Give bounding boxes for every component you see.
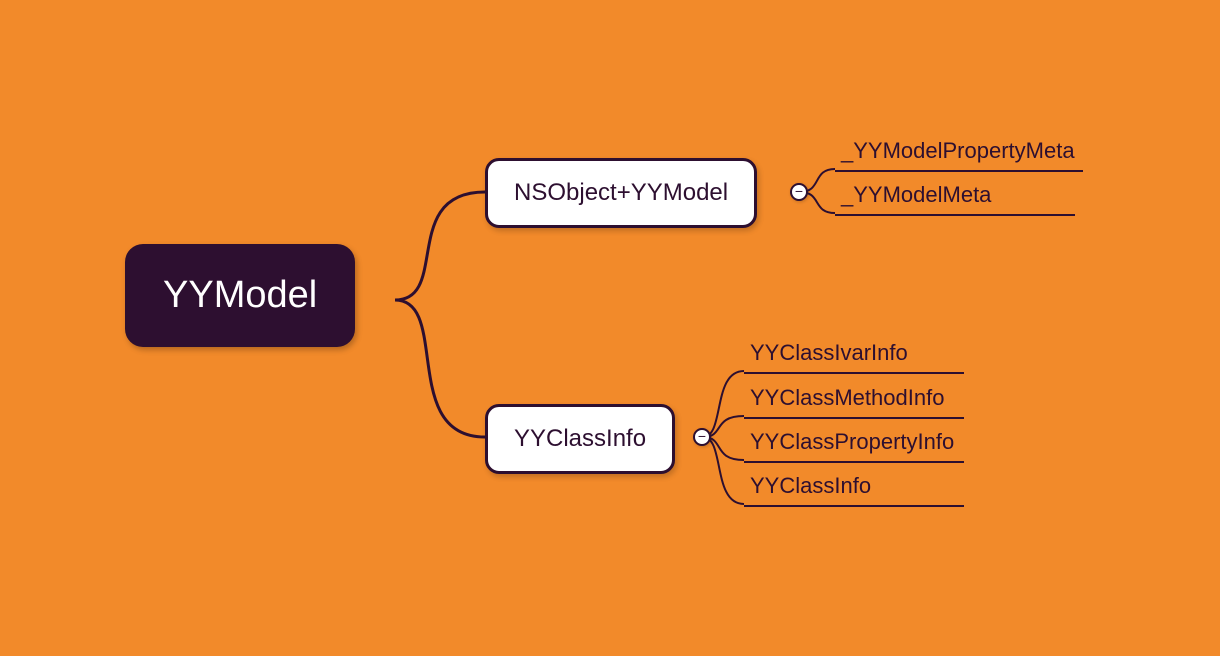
leaf-node[interactable]: _YYModelMeta (835, 182, 1075, 216)
branch-classinfo[interactable]: YYClassInfo (485, 404, 675, 474)
leaf-node[interactable]: YYClassPropertyInfo (744, 429, 964, 463)
collapse-toggle[interactable]: − (790, 183, 808, 201)
leaf-node[interactable]: YYClassInfo (744, 473, 964, 507)
leaf-label: YYClassIvarInfo (750, 340, 908, 365)
leaf-label: _YYModelMeta (841, 182, 991, 207)
root-node[interactable]: YYModel (125, 244, 355, 347)
leaf-node[interactable]: YYClassMethodInfo (744, 385, 964, 419)
branch-nsobject[interactable]: NSObject+YYModel (485, 158, 757, 228)
leaf-node[interactable]: YYClassIvarInfo (744, 340, 964, 374)
root-label: YYModel (163, 274, 317, 316)
branch-label: NSObject+YYModel (514, 179, 728, 206)
leaf-label: YYClassMethodInfo (750, 385, 944, 410)
leaf-node[interactable]: _YYModelPropertyMeta (835, 138, 1083, 172)
minus-icon: − (698, 429, 706, 443)
minus-icon: − (795, 184, 803, 198)
collapse-toggle[interactable]: − (693, 428, 711, 446)
leaf-label: YYClassPropertyInfo (750, 429, 954, 454)
leaf-label: _YYModelPropertyMeta (841, 138, 1075, 163)
leaf-label: YYClassInfo (750, 473, 871, 498)
branch-label: YYClassInfo (514, 425, 646, 452)
